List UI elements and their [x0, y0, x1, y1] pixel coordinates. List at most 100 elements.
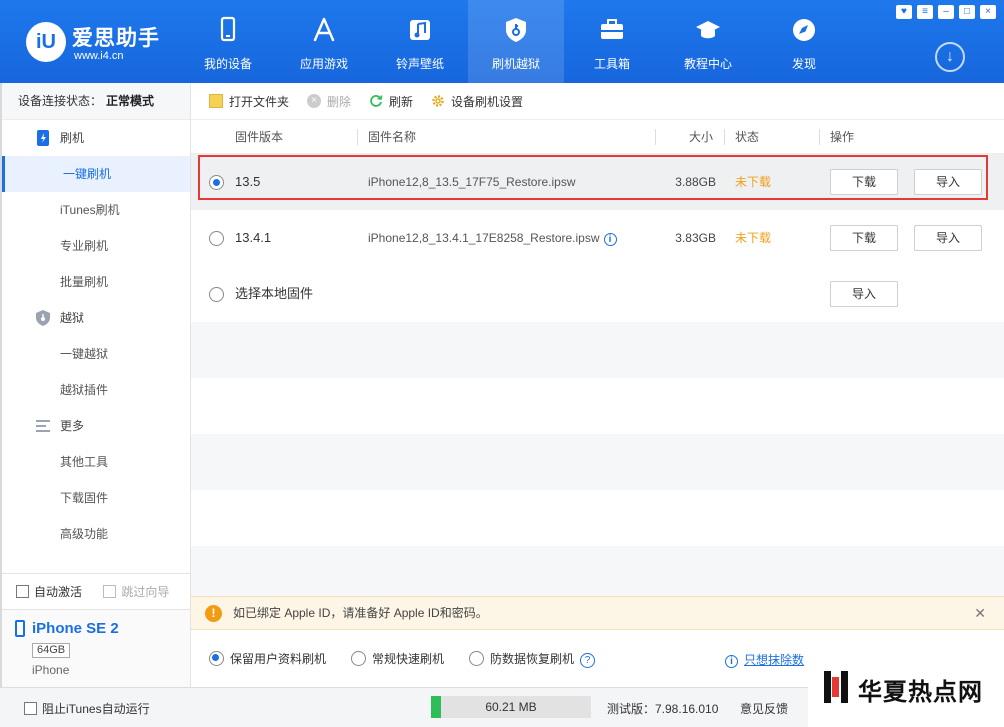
- sidebar-item-jailbreak-plugins[interactable]: 越狱插件: [2, 372, 190, 408]
- feedback-link[interactable]: 意见反馈: [740, 700, 788, 717]
- sidebar-item-pro-flash[interactable]: 专业刷机: [2, 228, 190, 264]
- appstore-icon: [313, 17, 335, 42]
- firmware-version: 13.4.1: [235, 230, 272, 245]
- sidebar-group-more[interactable]: 更多: [2, 408, 190, 444]
- info-icon[interactable]: i: [603, 233, 617, 246]
- skin-icon[interactable]: ♥: [896, 5, 912, 19]
- sidebar-group-flash[interactable]: 刷机: [2, 120, 190, 156]
- firmware-name: iPhone12,8_13.4.1_17E8258_Restore.ipsw: [368, 231, 600, 245]
- import-button[interactable]: 导入: [914, 225, 982, 251]
- empty-row: [191, 322, 1004, 378]
- sidebar-group-label: 越狱: [60, 311, 85, 325]
- delete-button[interactable]: × 删除: [307, 93, 351, 110]
- title-bar: iU 爱思助手 www.i4.cn 我的设备 应用游戏 铃声壁纸 刷机越狱 工具…: [0, 0, 1004, 83]
- nav-label: 我的设备: [203, 57, 252, 71]
- flash-settings-label: 设备刷机设置: [451, 94, 524, 109]
- device-capacity: 64GB: [32, 643, 71, 658]
- sidebar-item-advanced[interactable]: 高级功能: [2, 516, 190, 552]
- sidebar-item-other-tools[interactable]: 其他工具: [2, 444, 190, 480]
- empty-row: [191, 490, 1004, 546]
- toolbox-icon: [601, 19, 623, 39]
- open-folder-button[interactable]: 打开文件夹: [209, 93, 289, 110]
- mode-quick[interactable]: 常规快速刷机: [351, 651, 444, 667]
- menu-icon[interactable]: ≡: [917, 5, 933, 19]
- sidebar: 设备连接状态： 正常模式 刷机 一键刷机 iTunes刷机 专业刷机 批量刷机 越…: [0, 83, 191, 687]
- mode-anti-recovery[interactable]: 防数据恢复刷机?: [469, 651, 596, 668]
- sidebar-item-label: 专业刷机: [60, 239, 109, 253]
- sidebar-group-jailbreak[interactable]: 越狱: [2, 300, 190, 336]
- nav-flash-jailbreak[interactable]: 刷机越狱: [468, 0, 564, 83]
- table-row[interactable]: 选择本地固件 导入: [191, 266, 1004, 322]
- memory-usage-text: 60.21 MB: [485, 700, 537, 714]
- nav-label: 教程中心: [683, 57, 732, 71]
- nav-discover[interactable]: 发现: [756, 0, 852, 83]
- sidebar-item-label: 一键刷机: [63, 167, 112, 181]
- minimize-icon[interactable]: –: [938, 5, 954, 19]
- auto-activate-checkbox[interactable]: [16, 585, 29, 598]
- connection-status-value: 正常模式: [106, 94, 155, 108]
- nav-tutorials[interactable]: 教程中心: [660, 0, 756, 83]
- device-info: iPhone SE 2 64GB iPhone: [2, 609, 190, 687]
- mode-radio[interactable]: [351, 651, 366, 666]
- app-logo: iU 爱思助手 www.i4.cn: [22, 20, 182, 66]
- header-action: 操作: [830, 130, 855, 144]
- nav-label: 工具箱: [593, 57, 630, 71]
- firmware-table-header: 固件版本 固件名称 大小 状态 操作: [191, 120, 1004, 154]
- phone-icon: [220, 16, 236, 42]
- firmware-radio[interactable]: [209, 231, 224, 246]
- download-manager-icon[interactable]: ↓: [935, 42, 965, 72]
- nav-my-device[interactable]: 我的设备: [180, 0, 276, 83]
- sidebar-item-itunes-flash[interactable]: iTunes刷机: [2, 192, 190, 228]
- nav-ringtones[interactable]: 铃声壁纸: [372, 0, 468, 83]
- mode-radio[interactable]: [209, 651, 224, 666]
- music-icon: [410, 20, 430, 40]
- maximize-icon[interactable]: □: [959, 5, 975, 19]
- mode-label: 防数据恢复刷机: [490, 652, 575, 666]
- header-name: 固件名称: [368, 130, 417, 144]
- mode-radio[interactable]: [469, 651, 484, 666]
- close-icon[interactable]: ✕: [974, 597, 986, 629]
- shield-icon: [36, 310, 50, 326]
- help-icon[interactable]: ?: [580, 653, 596, 668]
- close-icon[interactable]: ×: [980, 5, 996, 19]
- sidebar-item-download-firmware[interactable]: 下载固件: [2, 480, 190, 516]
- refresh-button[interactable]: 刷新: [369, 93, 413, 110]
- list-icon: [36, 420, 50, 432]
- firmware-size: 3.83GB: [675, 231, 716, 245]
- nav-apps-games[interactable]: 应用游戏: [276, 0, 372, 83]
- memory-usage-bar: 60.21 MB: [431, 696, 591, 718]
- mode-label: 保留用户资料刷机: [230, 652, 327, 666]
- erase-only-link[interactable]: i 只想抹除数: [725, 651, 804, 668]
- firmware-status: 未下载: [735, 231, 772, 245]
- sidebar-group-label: 刷机: [60, 131, 85, 145]
- connection-status: 设备连接状态： 正常模式: [2, 83, 190, 120]
- delete-label: 删除: [327, 94, 352, 109]
- nav-toolbox[interactable]: 工具箱: [564, 0, 660, 83]
- download-button[interactable]: 下载: [830, 225, 898, 251]
- sidebar-item-one-click-flash[interactable]: 一键刷机: [2, 156, 190, 192]
- mode-keep-data[interactable]: 保留用户资料刷机: [209, 651, 326, 667]
- skip-guide-label: 跳过向导: [121, 585, 170, 599]
- sidebar-item-batch-flash[interactable]: 批量刷机: [2, 264, 190, 300]
- block-itunes-label: 阻止iTunes自动运行: [42, 702, 150, 716]
- warning-icon: !: [205, 605, 222, 622]
- import-button[interactable]: 导入: [830, 281, 898, 307]
- mode-label: 常规快速刷机: [372, 652, 445, 666]
- watermark: 华夏热点网: [808, 655, 1004, 727]
- block-itunes-checkbox[interactable]: [24, 702, 37, 715]
- sidebar-options: 自动激活 跳过向导: [2, 573, 190, 609]
- sidebar-item-one-click-jailbreak[interactable]: 一键越狱: [2, 336, 190, 372]
- open-folder-label: 打开文件夹: [229, 94, 290, 109]
- shield-key-icon: [506, 18, 526, 42]
- phone-flash-icon: [37, 130, 49, 146]
- table-row[interactable]: 13.4.1 iPhone12,8_13.4.1_17E8258_Restore…: [191, 210, 1004, 266]
- sidebar-group-label: 更多: [60, 419, 85, 433]
- nav-label: 铃声壁纸: [395, 57, 444, 71]
- block-itunes-option[interactable]: 阻止iTunes自动运行: [24, 700, 150, 717]
- flash-settings-button[interactable]: 设备刷机设置: [431, 93, 523, 110]
- empty-row: [191, 378, 1004, 434]
- empty-row: [191, 434, 1004, 490]
- connection-status-label: 设备连接状态：: [18, 94, 103, 108]
- refresh-label: 刷新: [389, 94, 414, 109]
- firmware-radio[interactable]: [209, 287, 224, 302]
